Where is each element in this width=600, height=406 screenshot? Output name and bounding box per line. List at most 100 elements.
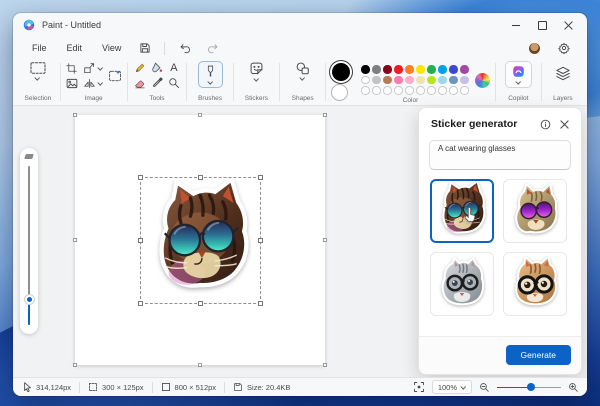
canvas-resize-handle[interactable] [73, 238, 77, 242]
undo-button[interactable] [171, 40, 198, 56]
sticker-thumbnail-1[interactable] [430, 178, 494, 243]
rotate-button[interactable] [83, 78, 103, 89]
selection-handle[interactable] [138, 301, 143, 306]
zoom-in-button[interactable] [568, 382, 579, 393]
color-swatch[interactable] [427, 65, 436, 74]
crop-button[interactable] [66, 62, 77, 74]
sticker-thumbnail-4[interactable] [503, 251, 567, 316]
paint-app-icon [23, 19, 35, 31]
resize-button[interactable] [83, 62, 103, 74]
color-swatch-empty[interactable] [394, 86, 403, 95]
selection-handle[interactable] [258, 175, 263, 180]
color-swatch[interactable] [416, 65, 425, 74]
magnifier-icon [169, 78, 179, 88]
canvas-resize-handle[interactable] [198, 363, 202, 367]
image-icon [66, 78, 77, 88]
selection-handle[interactable] [258, 301, 263, 306]
generate-button[interactable]: Generate [505, 345, 571, 365]
color-swatch[interactable] [460, 65, 469, 74]
color-swatch[interactable] [383, 65, 392, 74]
layers-button[interactable] [555, 61, 571, 81]
redo-button[interactable] [200, 40, 227, 56]
color-swatch-empty[interactable] [460, 86, 469, 95]
canvas-resize-handle[interactable] [323, 238, 327, 242]
zoom-slider-thumb[interactable] [527, 383, 535, 391]
menu-edit[interactable]: Edit [58, 40, 92, 56]
image-file-button[interactable] [66, 78, 78, 89]
magnifier-button[interactable] [168, 77, 180, 89]
color-swatch-empty[interactable] [405, 86, 414, 95]
remove-background-button[interactable] [108, 69, 122, 83]
sticker-thumbnail-3[interactable] [430, 251, 494, 316]
color-swatch[interactable] [449, 65, 458, 74]
thickness-slider-thumb[interactable] [24, 295, 34, 305]
copilot-button[interactable] [504, 61, 532, 88]
shapes-button[interactable] [295, 61, 310, 81]
selection-box[interactable] [138, 175, 263, 306]
color-swatch-empty[interactable] [449, 86, 458, 95]
sticker-canvas-image[interactable] [142, 179, 258, 301]
color-swatch[interactable] [438, 65, 447, 74]
panel-close-button[interactable] [557, 117, 571, 131]
edit-colors-button[interactable] [474, 72, 490, 88]
info-button[interactable] [538, 117, 552, 131]
selection-tool-button[interactable] [29, 61, 47, 81]
selection-handle[interactable] [198, 301, 203, 306]
selection-handle[interactable] [138, 175, 143, 180]
color-swatch-empty[interactable] [361, 86, 370, 95]
canvas-resize-handle[interactable] [73, 113, 77, 117]
color-swatch[interactable] [372, 75, 381, 85]
selection-handle[interactable] [258, 238, 263, 243]
color-swatch[interactable] [394, 75, 403, 85]
menu-view[interactable]: View [93, 40, 130, 56]
brushes-button[interactable] [197, 61, 223, 88]
background-color-swatch[interactable] [331, 84, 349, 101]
color-swatch[interactable] [405, 65, 414, 74]
save-button[interactable] [132, 40, 158, 56]
fill-button[interactable] [151, 62, 163, 74]
color-swatch[interactable] [394, 65, 403, 74]
color-swatch[interactable] [460, 75, 469, 85]
color-swatch[interactable] [449, 75, 458, 85]
close-button[interactable] [555, 16, 581, 34]
stickers-button[interactable] [249, 61, 264, 82]
zoom-out-button[interactable] [479, 382, 490, 393]
color-swatch[interactable] [427, 75, 436, 85]
thickness-slider[interactable] [20, 148, 38, 334]
color-swatch[interactable] [383, 75, 392, 85]
color-swatch-empty[interactable] [427, 86, 436, 95]
selection-handle[interactable] [198, 175, 203, 180]
pencil-button[interactable] [134, 62, 146, 74]
canvas-resize-handle[interactable] [323, 113, 327, 117]
account-avatar[interactable] [529, 42, 540, 54]
canvas-resize-handle[interactable] [323, 363, 327, 367]
settings-button[interactable] [551, 40, 577, 56]
color-swatch-empty[interactable] [416, 86, 425, 95]
drawing-canvas[interactable] [73, 113, 327, 367]
zoom-slider[interactable] [497, 382, 561, 392]
color-swatch[interactable] [361, 75, 370, 85]
color-swatch[interactable] [372, 65, 381, 74]
text-tool-button[interactable]: A [170, 62, 177, 74]
foreground-color-swatch[interactable] [332, 63, 351, 81]
zoom-level-dropdown[interactable]: 100% [431, 380, 472, 394]
color-swatch-empty[interactable] [383, 86, 392, 95]
selection-handle[interactable] [138, 238, 143, 243]
color-swatch[interactable] [361, 65, 370, 74]
color-swatch[interactable] [438, 75, 447, 85]
maximize-button[interactable] [529, 16, 555, 34]
sticker-thumbnail-2[interactable] [503, 178, 567, 243]
color-swatch-empty[interactable] [438, 86, 447, 95]
minimize-button[interactable] [503, 16, 529, 34]
menu-file[interactable]: File [23, 40, 56, 56]
canvas-resize-handle[interactable] [73, 363, 77, 367]
color-swatch[interactable] [405, 75, 414, 85]
eraser-button[interactable] [134, 78, 146, 89]
fit-to-screen-button[interactable] [413, 381, 425, 393]
thickness-slider-track[interactable] [24, 166, 34, 325]
eyedropper-button[interactable] [151, 77, 163, 89]
prompt-input[interactable] [429, 139, 571, 170]
color-swatch[interactable] [416, 75, 425, 85]
color-swatch-empty[interactable] [372, 86, 381, 95]
canvas-resize-handle[interactable] [198, 113, 202, 117]
